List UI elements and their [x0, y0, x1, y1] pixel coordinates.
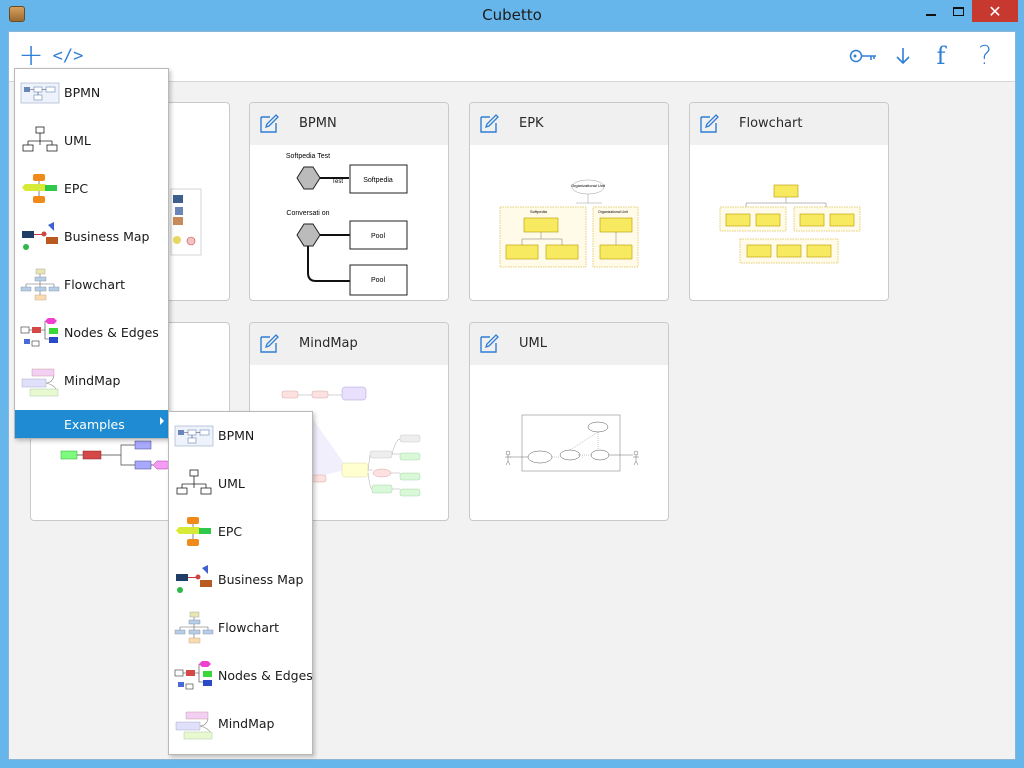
epc-icon: [174, 514, 214, 550]
menu-item-flowchart[interactable]: Flowchart: [169, 604, 312, 652]
menu-item-label: UML: [64, 133, 91, 148]
code-button[interactable]: </>: [51, 42, 85, 70]
new-diagram-menu: BPMN UML EPC Business Map Flowchart Node…: [14, 68, 169, 439]
maximize-icon: [952, 6, 964, 16]
menu-item-label: EPC: [218, 524, 243, 539]
diagram-card-epk[interactable]: EPK Organizational Unit Softpedia Organi…: [469, 102, 669, 301]
menu-item-mindmap[interactable]: MindMap: [169, 700, 312, 748]
menu-item-mindmap[interactable]: MindMap: [15, 357, 168, 405]
menu-item-label: Nodes & Edges: [64, 325, 159, 340]
diagram-thumbnail: [470, 365, 668, 520]
card-header: EPK: [470, 103, 668, 145]
menu-item-business-map[interactable]: Business Map: [15, 213, 168, 261]
menu-item-examples[interactable]: Examples: [15, 410, 168, 438]
menu-item-nodes-edges[interactable]: Nodes & Edges: [169, 652, 313, 700]
bpmn-icon: [174, 418, 214, 454]
card-header: Flowchart: [690, 103, 888, 145]
menu-item-label: MindMap: [218, 716, 275, 731]
download-button[interactable]: [891, 42, 915, 70]
bpmn-thumb-label: Pool: [371, 277, 385, 284]
menu-item-label: Flowchart: [218, 620, 280, 635]
nodes-edges-icon: [174, 658, 214, 694]
flowchart-icon: [20, 267, 60, 303]
maximize-button[interactable]: [944, 0, 972, 22]
code-icon: </>: [52, 46, 84, 66]
edit-icon[interactable]: [698, 112, 720, 134]
uml-icon: [20, 123, 60, 159]
window-title: Cubetto: [482, 6, 542, 24]
nodes-edges-icon: [20, 315, 60, 351]
close-button[interactable]: ✕: [972, 0, 1018, 22]
menu-item-uml[interactable]: UML: [169, 460, 312, 508]
diagram-thumbnail: [690, 145, 888, 300]
card-header: BPMN: [250, 103, 448, 145]
business-map-icon: [174, 562, 214, 598]
edit-icon[interactable]: [258, 332, 280, 354]
card-title: EPK: [519, 116, 544, 131]
epk-thumb-label: Organizational Unit: [571, 183, 606, 188]
epk-thumb-label: Organizational Unit: [598, 210, 628, 214]
bpmn-thumb-label: Conversati on: [286, 210, 329, 217]
download-icon: [896, 48, 910, 65]
diagram-card-uml[interactable]: UML: [469, 322, 669, 521]
edit-icon[interactable]: [478, 332, 500, 354]
license-key-button[interactable]: [849, 42, 879, 70]
menu-item-label: Nodes & Edges: [218, 668, 313, 683]
menu-item-label: EPC: [64, 181, 89, 196]
menu-item-label: Examples: [64, 417, 125, 432]
epk-thumb-label: Softpedia: [530, 209, 548, 214]
menu-item-epc[interactable]: EPC: [15, 165, 168, 213]
diagram-thumbnail: Organizational Unit Softpedia Organizati…: [470, 145, 668, 300]
diagram-thumbnail: Softpedia Test Test Softpedia Conversati…: [250, 145, 448, 300]
close-icon: ✕: [988, 1, 1002, 21]
menu-item-flowchart[interactable]: Flowchart: [15, 261, 168, 309]
uml-icon: [174, 466, 214, 502]
menu-item-label: Flowchart: [64, 277, 126, 292]
key-icon: [849, 49, 876, 63]
facebook-icon: f: [936, 42, 946, 70]
minimize-button[interactable]: [918, 0, 944, 22]
diagram-card-flowchart[interactable]: Flowchart: [689, 102, 889, 301]
epc-icon: [20, 171, 60, 207]
title-bar: Cubetto ✕: [0, 0, 1024, 31]
mindmap-icon: [20, 363, 60, 399]
card-title: BPMN: [299, 116, 337, 131]
bpmn-thumb-label: Softpedia: [363, 177, 393, 184]
card-header: UML: [470, 323, 668, 365]
submenu-arrow-icon: [160, 417, 164, 425]
menu-item-label: UML: [218, 476, 245, 491]
card-title: UML: [519, 336, 547, 351]
bpmn-thumb-label: Pool: [371, 233, 385, 240]
minimize-icon: [926, 14, 936, 16]
edit-icon[interactable]: [478, 112, 500, 134]
bpmn-thumb-label: Softpedia Test: [286, 153, 330, 160]
flowchart-icon: [174, 610, 214, 646]
diagram-card-bpmn[interactable]: BPMN Softpedia Test Test Softpedia Conve…: [249, 102, 449, 301]
menu-item-business-map[interactable]: Business Map: [169, 556, 312, 604]
card-title: MindMap: [299, 336, 358, 351]
menu-item-label: Business Map: [64, 229, 150, 244]
examples-submenu: BPMN UML EPC Business Map Flowchart Node…: [168, 411, 313, 755]
card-title: Flowchart: [739, 116, 803, 131]
new-diagram-button[interactable]: +: [18, 38, 44, 73]
plus-icon: +: [18, 38, 44, 73]
menu-item-epc[interactable]: EPC: [169, 508, 312, 556]
help-icon: ?: [978, 41, 992, 71]
menu-item-bpmn[interactable]: BPMN: [15, 69, 168, 117]
mindmap-icon: [174, 706, 214, 742]
bpmn-icon: [20, 75, 60, 111]
business-map-icon: [20, 219, 60, 255]
menu-item-bpmn[interactable]: BPMN: [169, 412, 312, 460]
facebook-button[interactable]: f: [931, 42, 951, 70]
menu-item-label: Business Map: [218, 572, 304, 587]
menu-item-label: BPMN: [218, 428, 255, 443]
menu-item-uml[interactable]: UML: [15, 117, 168, 165]
bpmn-thumb-label: Test: [332, 179, 343, 185]
menu-item-label: MindMap: [64, 373, 121, 388]
card-header: MindMap: [250, 323, 448, 365]
menu-item-nodes-edges[interactable]: Nodes & Edges: [15, 309, 168, 357]
help-button[interactable]: ?: [972, 41, 998, 71]
edit-icon[interactable]: [258, 112, 280, 134]
menu-item-label: BPMN: [64, 85, 101, 100]
